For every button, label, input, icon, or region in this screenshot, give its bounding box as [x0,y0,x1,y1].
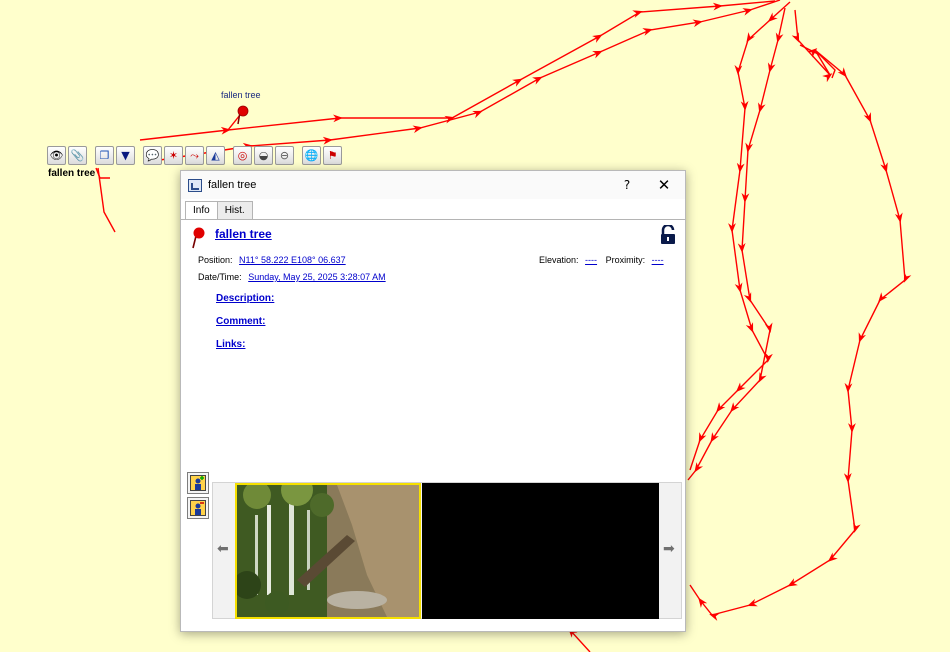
photo-preview-area[interactable] [422,483,659,619]
route-icon[interactable]: ⤳ [185,145,204,165]
tab-info[interactable]: Info [185,201,218,221]
proximity-value-link[interactable]: ---- [652,255,664,265]
add-photo-button[interactable] [187,472,209,494]
red-pin-icon [192,227,205,249]
description-link[interactable]: Description: [216,293,274,304]
photo-gallery: ⬅ ➡ [212,482,682,619]
copy-icon[interactable]: ❐ [95,145,114,165]
globe-pin-icon[interactable]: 🌐 [302,145,321,165]
elevation-proximity-row: Elevation: ---- Proximity: ---- [539,255,664,265]
minus-icon[interactable]: ⊖ [275,145,294,165]
basket-icon[interactable]: ◒ [254,145,273,165]
elevation-label: Elevation: [539,255,579,265]
target-icon[interactable]: ◎ [233,145,252,165]
position-label: Position: [198,255,233,265]
datetime-row: Date/Time: Sunday, May 25, 2025 3:28:07 … [198,272,386,282]
dialog-tabs: Info Hist. [185,201,253,221]
paperclip-icon[interactable]: 📎 [68,145,87,165]
dialog-title: fallen tree [208,179,257,191]
comment-icon[interactable]: 💬 [143,145,162,165]
remove-photo-icon [190,500,206,516]
position-row: Position: N11° 58.222 E108° 06.637 [198,255,346,265]
selected-waypoint-label[interactable]: fallen tree [48,168,95,179]
datetime-label: Date/Time: [198,272,242,282]
elevation-value-link[interactable]: ---- [585,255,597,265]
proximity-label: Proximity: [605,255,646,265]
photo-thumbnail[interactable] [235,483,421,619]
forest-photo [237,485,419,617]
eye-icon[interactable]: 👁 [47,145,66,165]
tab-hist[interactable]: Hist. [216,201,253,220]
next-photo-button[interactable]: ➡ [663,541,675,557]
waypoint-window-icon [188,178,202,192]
remove-photo-button[interactable] [187,497,209,519]
info-panel: fallen tree Position: N11° 58.222 E108° … [181,220,685,631]
unlocked-padlock-icon[interactable] [659,225,677,245]
waypoint-toolbar: 👁 📎 ❐ ▼ 💬 ✶ ⤳ ◭ ◎ ◒ ⊖ 🌐 ⚑ [47,144,342,166]
close-button[interactable]: ✕ [653,175,675,195]
previous-photo-button[interactable]: ⬅ [217,541,229,557]
waypoint-pin-icon[interactable] [237,105,249,125]
dialog-titlebar[interactable]: fallen tree ? ✕ [181,171,685,199]
waypoint-label[interactable]: fallen tree [221,90,261,100]
bucket-icon[interactable]: ▼ [116,145,135,165]
waypoint-name-link[interactable]: fallen tree [215,227,272,241]
help-button[interactable]: ? [617,175,637,195]
waypoint-dialog: fallen tree ? ✕ Info Hist. fallen tree P… [180,170,686,632]
links-link[interactable]: Links: [216,339,245,350]
comment-link[interactable]: Comment: [216,316,265,327]
profile-icon[interactable]: ◭ [206,145,225,165]
photo-side-buttons [187,472,209,522]
star-flag-icon[interactable]: ✶ [164,145,183,165]
flag-icon[interactable]: ⚑ [323,145,342,165]
datetime-value-link[interactable]: Sunday, May 25, 2025 3:28:07 AM [248,272,385,282]
add-photo-icon [190,475,206,491]
position-value-link[interactable]: N11° 58.222 E108° 06.637 [239,255,346,265]
